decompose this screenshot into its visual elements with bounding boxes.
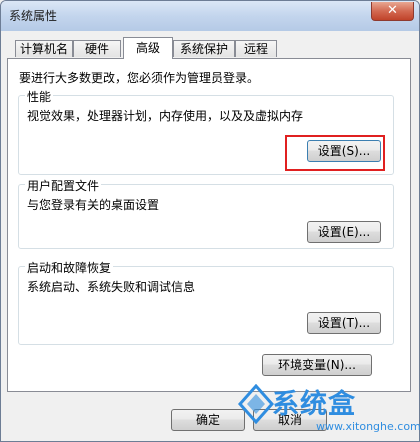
dialog-client-area: 计算机名 硬件 高级 系统保护 远程 要进行大多数更改，您必须作为管理员登录。 … xyxy=(7,31,413,435)
close-icon: ✕ xyxy=(387,3,398,18)
performance-description: 视觉效果，处理器计划，内存使用，以及及虚拟内存 xyxy=(27,109,304,123)
close-button[interactable]: ✕ xyxy=(371,2,414,21)
cancel-button[interactable]: 取消 xyxy=(253,409,327,431)
window-title: 系统属性 xyxy=(9,9,58,23)
tab-hardware[interactable]: 硬件 xyxy=(73,40,121,57)
user-profiles-group: 用户配置文件 与您登录有关的桌面设置 设置(E)... xyxy=(18,177,394,249)
performance-title: 性能 xyxy=(25,88,54,105)
user-profiles-title: 用户配置文件 xyxy=(25,177,102,194)
highlight-box xyxy=(285,135,385,171)
environment-variables-button[interactable]: 环境变量(N)... xyxy=(262,354,372,376)
advanced-tab-panel: 要进行大多数更改，您必须作为管理员登录。 性能 视觉效果，处理器计划，内存使用，… xyxy=(7,58,411,392)
system-properties-window: 系统属性 ✕ 计算机名 硬件 高级 系统保护 远程 要进行大多数更改，您必须作为… xyxy=(0,0,420,442)
user-profiles-settings-button[interactable]: 设置(E)... xyxy=(307,221,381,243)
title-bar[interactable]: 系统属性 ✕ xyxy=(1,1,419,31)
tab-remote[interactable]: 远程 xyxy=(235,40,277,57)
tab-advanced[interactable]: 高级 xyxy=(123,37,173,59)
tab-strip: 计算机名 硬件 高级 系统保护 远程 xyxy=(7,31,413,59)
user-profiles-description: 与您登录有关的桌面设置 xyxy=(27,198,160,212)
ok-button[interactable]: 确定 xyxy=(171,409,245,431)
tab-computer-name[interactable]: 计算机名 xyxy=(15,40,73,57)
startup-recovery-description: 系统启动、系统失败和调试信息 xyxy=(27,280,196,294)
admin-note: 要进行大多数更改，您必须作为管理员登录。 xyxy=(19,71,260,85)
startup-recovery-group: 启动和故障恢复 系统启动、系统失败和调试信息 设置(T)... xyxy=(18,259,394,345)
startup-recovery-title: 启动和故障恢复 xyxy=(25,259,114,276)
startup-recovery-settings-button[interactable]: 设置(T)... xyxy=(307,312,381,334)
tab-system-protection[interactable]: 系统保护 xyxy=(173,40,235,57)
